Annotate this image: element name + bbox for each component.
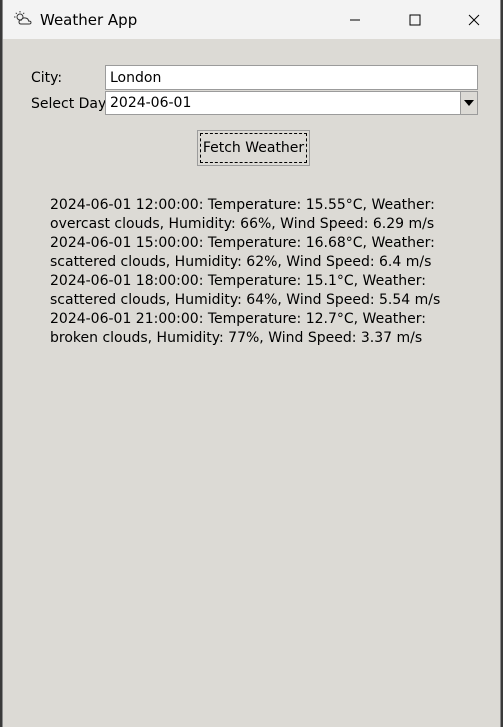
title-bar[interactable]: Weather App xyxy=(3,0,500,39)
select-day-label: Select Day: xyxy=(31,96,110,112)
close-icon xyxy=(468,14,480,25)
city-input[interactable] xyxy=(105,65,478,90)
day-select[interactable]: 2024-06-01 xyxy=(105,91,478,115)
day-select-dropdown-button[interactable] xyxy=(460,92,477,114)
fetch-weather-button[interactable]: Fetch Weather xyxy=(197,130,310,166)
app-window: Weather App City: Select Day: 2024-06-01 xyxy=(2,0,501,727)
result-line: 2024-06-01 21:00:00: Temperature: 12.7°C… xyxy=(50,311,426,346)
weather-cloud-sun-icon xyxy=(13,10,35,28)
minimize-button[interactable] xyxy=(332,0,378,39)
city-label: City: xyxy=(31,70,63,86)
weather-results: 2024-06-01 12:00:00: Temperature: 15.55°… xyxy=(50,196,470,348)
fetch-weather-label: Fetch Weather xyxy=(200,133,307,163)
maximize-icon xyxy=(409,14,421,25)
day-select-value: 2024-06-01 xyxy=(110,95,192,111)
window-title: Weather App xyxy=(40,11,138,29)
result-line: 2024-06-01 12:00:00: Temperature: 15.55°… xyxy=(50,197,435,232)
result-line: 2024-06-01 15:00:00: Temperature: 16.68°… xyxy=(50,235,435,270)
result-line: 2024-06-01 18:00:00: Temperature: 15.1°C… xyxy=(50,273,441,308)
chevron-down-icon xyxy=(464,100,474,106)
maximize-button[interactable] xyxy=(392,0,438,39)
close-button[interactable] xyxy=(451,0,497,39)
minimize-icon xyxy=(350,19,360,20)
